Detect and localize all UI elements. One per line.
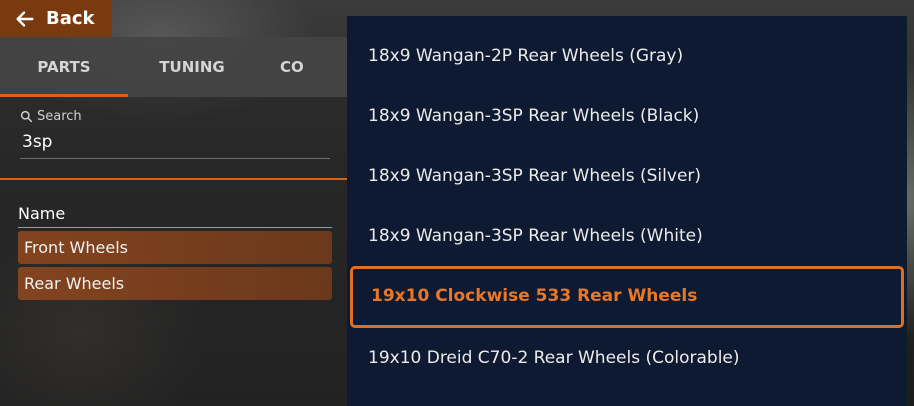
tab-co[interactable]: CO — [256, 37, 350, 97]
list-item[interactable]: Front Wheels — [18, 231, 332, 264]
column-header-name: Name — [18, 204, 332, 228]
search-field[interactable]: Search 3sp — [0, 97, 350, 159]
search-input[interactable]: 3sp — [20, 124, 330, 159]
tab-tuning[interactable]: TUNING — [128, 37, 256, 97]
back-button-label: Back — [46, 8, 95, 29]
dropdown-option[interactable]: 18x9 Wangan-2P Rear Wheels (Gray) — [347, 26, 907, 86]
parts-panel: PARTS TUNING CO Search 3sp Name Front Wh… — [0, 37, 350, 406]
dropdown-option[interactable]: 18x9 Wangan-3SP Rear Wheels (Silver) — [347, 146, 907, 206]
wheel-options-dropdown: 18x9 Wangan-2P Rear Wheels (Gray) 18x9 W… — [347, 16, 907, 406]
arrow-left-icon — [16, 10, 34, 27]
search-label-row: Search — [20, 109, 330, 124]
dropdown-option-selected[interactable]: 19x10 Clockwise 533 Rear Wheels — [350, 266, 904, 328]
list-item[interactable]: Rear Wheels — [18, 267, 332, 300]
search-label: Search — [37, 109, 82, 124]
back-button[interactable]: Back — [0, 0, 112, 37]
dropdown-option[interactable]: 18x9 Wangan-3SP Rear Wheels (White) — [347, 206, 907, 266]
parts-list: Name Front Wheels Rear Wheels — [0, 180, 350, 300]
tab-bar: PARTS TUNING CO — [0, 37, 350, 97]
search-icon — [20, 110, 33, 123]
dropdown-option[interactable]: 18x9 Wangan-3SP Rear Wheels (Black) — [347, 86, 907, 146]
dropdown-option[interactable]: 19x10 Dreid C70-2 Rear Wheels (Colorable… — [347, 328, 907, 388]
tab-parts[interactable]: PARTS — [0, 37, 128, 97]
